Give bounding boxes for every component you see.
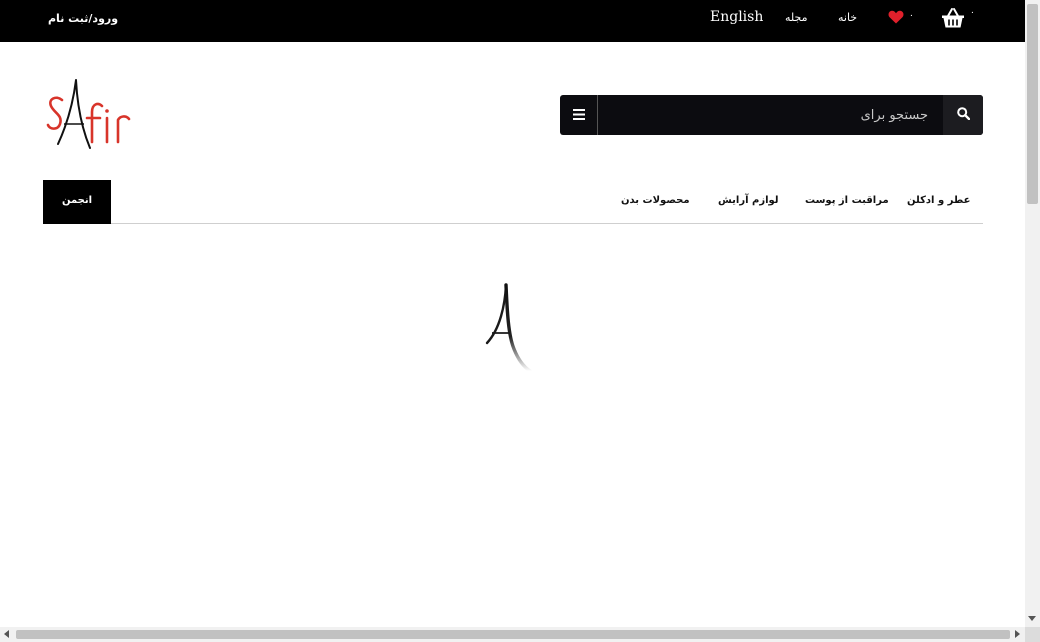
categories-menu-button[interactable] [560,95,598,135]
home-link[interactable]: خانه [838,11,857,24]
language-switch-link[interactable]: English [710,9,763,25]
loading-spinner [484,283,534,375]
search-icon [956,107,970,121]
login-register-link[interactable]: ورود/ثبت نام [48,12,118,25]
page-viewport: ورود/ثبت نام English مجله خانه ۰ ۰ جستجو… [0,0,1025,627]
cart-count: ۰ [970,8,975,18]
magazine-link[interactable]: مجله [785,11,808,24]
top-bar: ورود/ثبت نام English مجله خانه ۰ ۰ [0,0,1025,42]
horizontal-scrollbar-thumb[interactable] [16,630,1010,639]
main-navigation: انجمن محصولات بدن لوازم آرایش مراقبت از … [43,180,983,224]
scroll-right-arrow-icon[interactable] [1015,630,1020,638]
nav-item-makeup[interactable]: لوازم آرایش [718,195,779,206]
scrollbar-corner [1025,627,1040,642]
nav-item-forum[interactable]: انجمن [43,180,111,224]
scroll-down-arrow-icon[interactable] [1028,616,1036,621]
nav-item-body-products[interactable]: محصولات بدن [621,195,690,206]
loader-eiffel-logo-icon [485,283,532,373]
scroll-left-arrow-icon[interactable] [4,630,9,638]
vertical-scrollbar[interactable] [1025,0,1040,627]
horizontal-scrollbar[interactable] [0,627,1025,642]
basket-icon [942,8,964,28]
heart-icon [888,10,904,24]
site-logo[interactable] [46,78,140,150]
search-bar [560,95,983,135]
bars-icon [572,108,585,120]
search-submit-button[interactable] [943,95,983,135]
nav-item-perfume[interactable]: عطر و ادکلن [907,195,970,206]
vertical-scrollbar-thumb[interactable] [1027,4,1038,204]
search-input[interactable] [600,95,942,135]
wishlist-button[interactable]: ۰ [888,9,918,27]
nav-item-skin-care[interactable]: مراقبت از پوست [805,195,889,206]
safir-logo-image [46,79,131,149]
wishlist-count: ۰ [909,11,914,21]
cart-button[interactable]: ۰ [941,7,981,31]
